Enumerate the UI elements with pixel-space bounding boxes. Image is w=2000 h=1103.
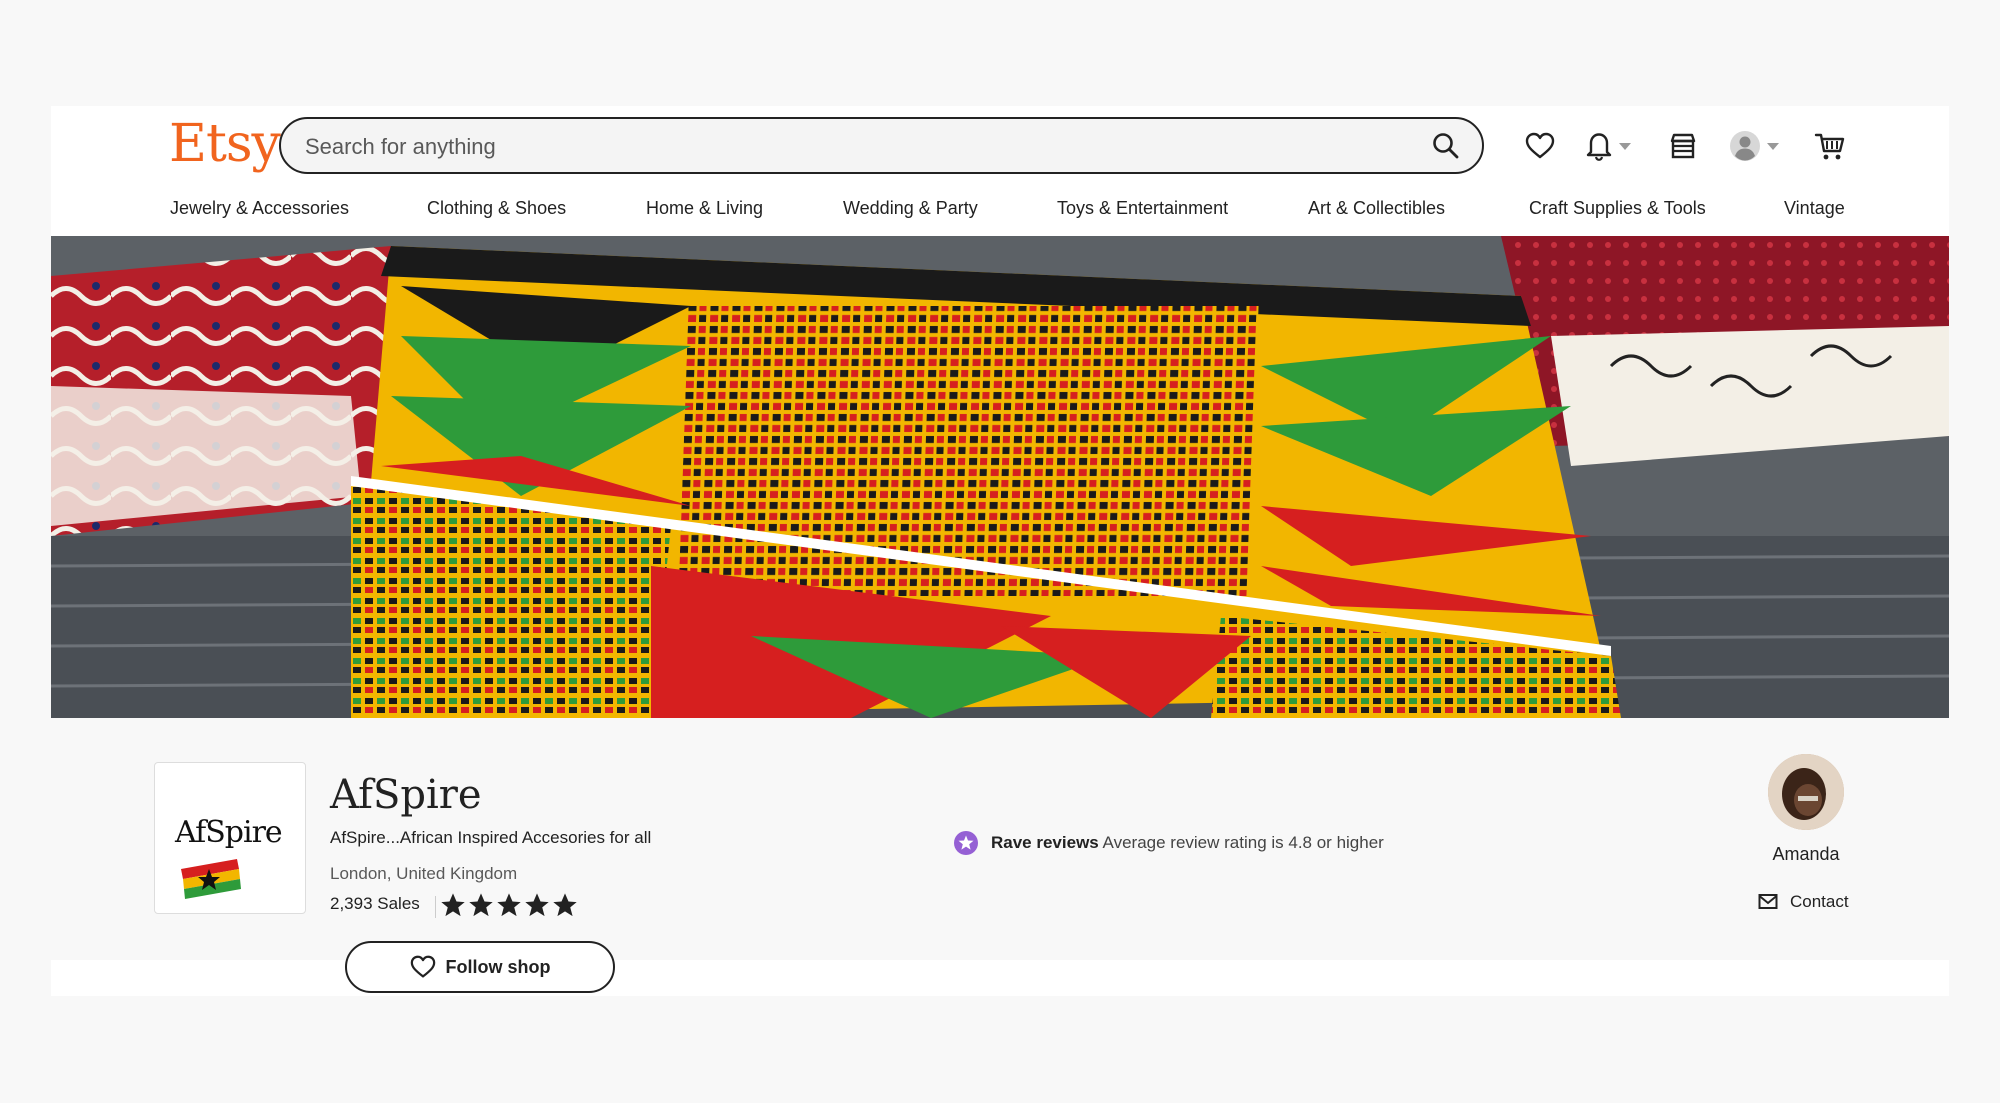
site-header: Etsy Search for anything Jewelry & Acces… <box>51 106 1949 236</box>
cart-button[interactable] <box>1814 126 1846 166</box>
page-frame: Etsy Search for anything Jewelry & Acces… <box>51 106 1949 996</box>
rave-reviews-title: Rave reviews <box>991 833 1099 852</box>
owner-name[interactable]: Amanda <box>1731 844 1881 865</box>
search-button[interactable] <box>1426 128 1466 164</box>
rating-stars[interactable] <box>439 891 579 919</box>
notifications-button[interactable] <box>1585 126 1631 166</box>
bell-icon <box>1586 133 1612 161</box>
rave-reviews-badge: Rave reviews Average review rating is 4.… <box>953 830 1384 856</box>
contact-label: Contact <box>1790 892 1849 911</box>
shop-tagline: AfSpire...African Inspired Accesories fo… <box>330 828 652 847</box>
nav-item-jewelry-accessories[interactable]: Jewelry & Accessories <box>170 198 349 219</box>
nav-item-home-living[interactable]: Home & Living <box>646 198 763 219</box>
nav-item-craft-supplies-tools[interactable]: Craft Supplies & Tools <box>1529 198 1706 219</box>
sales-count[interactable]: 2,393 Sales <box>330 894 420 914</box>
owner-avatar[interactable] <box>1768 754 1844 830</box>
mail-icon <box>1758 894 1778 909</box>
chevron-down-icon <box>1767 142 1779 150</box>
search-input[interactable] <box>303 128 1367 166</box>
shop-banner-image <box>51 236 1949 718</box>
owner-photo <box>1768 754 1844 830</box>
star-icon <box>469 893 493 917</box>
account-menu-button[interactable] <box>1729 126 1779 166</box>
star-icon <box>553 893 577 917</box>
follow-shop-button[interactable]: Follow shop <box>345 941 615 993</box>
banner-photo <box>51 236 1949 718</box>
nav-item-toys-entertainment[interactable]: Toys & Entertainment <box>1057 198 1228 219</box>
search-icon <box>1433 133 1459 159</box>
star-icon <box>525 893 549 917</box>
star-icon <box>441 893 465 917</box>
favorites-button[interactable] <box>1525 126 1555 166</box>
chevron-down-icon <box>1619 142 1631 150</box>
etsy-logo[interactable]: Etsy <box>169 114 281 174</box>
heart-icon <box>410 955 435 978</box>
shop-manager-button[interactable] <box>1668 126 1698 166</box>
divider <box>435 896 436 918</box>
ghana-flag-brush-icon <box>181 859 241 899</box>
nav-item-clothing-shoes[interactable]: Clothing & Shoes <box>427 198 566 219</box>
heart-icon <box>1525 132 1555 159</box>
search-bar <box>279 117 1484 174</box>
category-nav: Jewelry & Accessories Clothing & Shoes H… <box>51 198 1949 228</box>
shop-logo[interactable]: AfSpire <box>154 762 306 914</box>
contact-button[interactable]: Contact <box>1758 892 1849 912</box>
follow-shop-label: Follow shop <box>445 956 551 977</box>
rave-reviews-description: Average review rating is 4.8 or higher <box>1102 833 1384 852</box>
avatar-icon <box>1730 131 1760 161</box>
star-icon <box>497 893 521 917</box>
shop-name: AfSpire <box>330 772 482 818</box>
shop-location: London, United Kingdom <box>330 864 518 883</box>
nav-item-wedding-party[interactable]: Wedding & Party <box>843 198 978 219</box>
nav-item-vintage[interactable]: Vintage <box>1784 198 1845 219</box>
cart-icon <box>1814 133 1845 160</box>
nav-item-art-collectibles[interactable]: Art & Collectibles <box>1308 198 1445 219</box>
shop-info-section: AfSpire AfSpire AfSpire...African Inspir… <box>51 718 1949 993</box>
star-badge-icon <box>954 831 978 855</box>
shop-icon <box>1670 133 1696 159</box>
shop-logo-text: AfSpire <box>175 815 283 850</box>
